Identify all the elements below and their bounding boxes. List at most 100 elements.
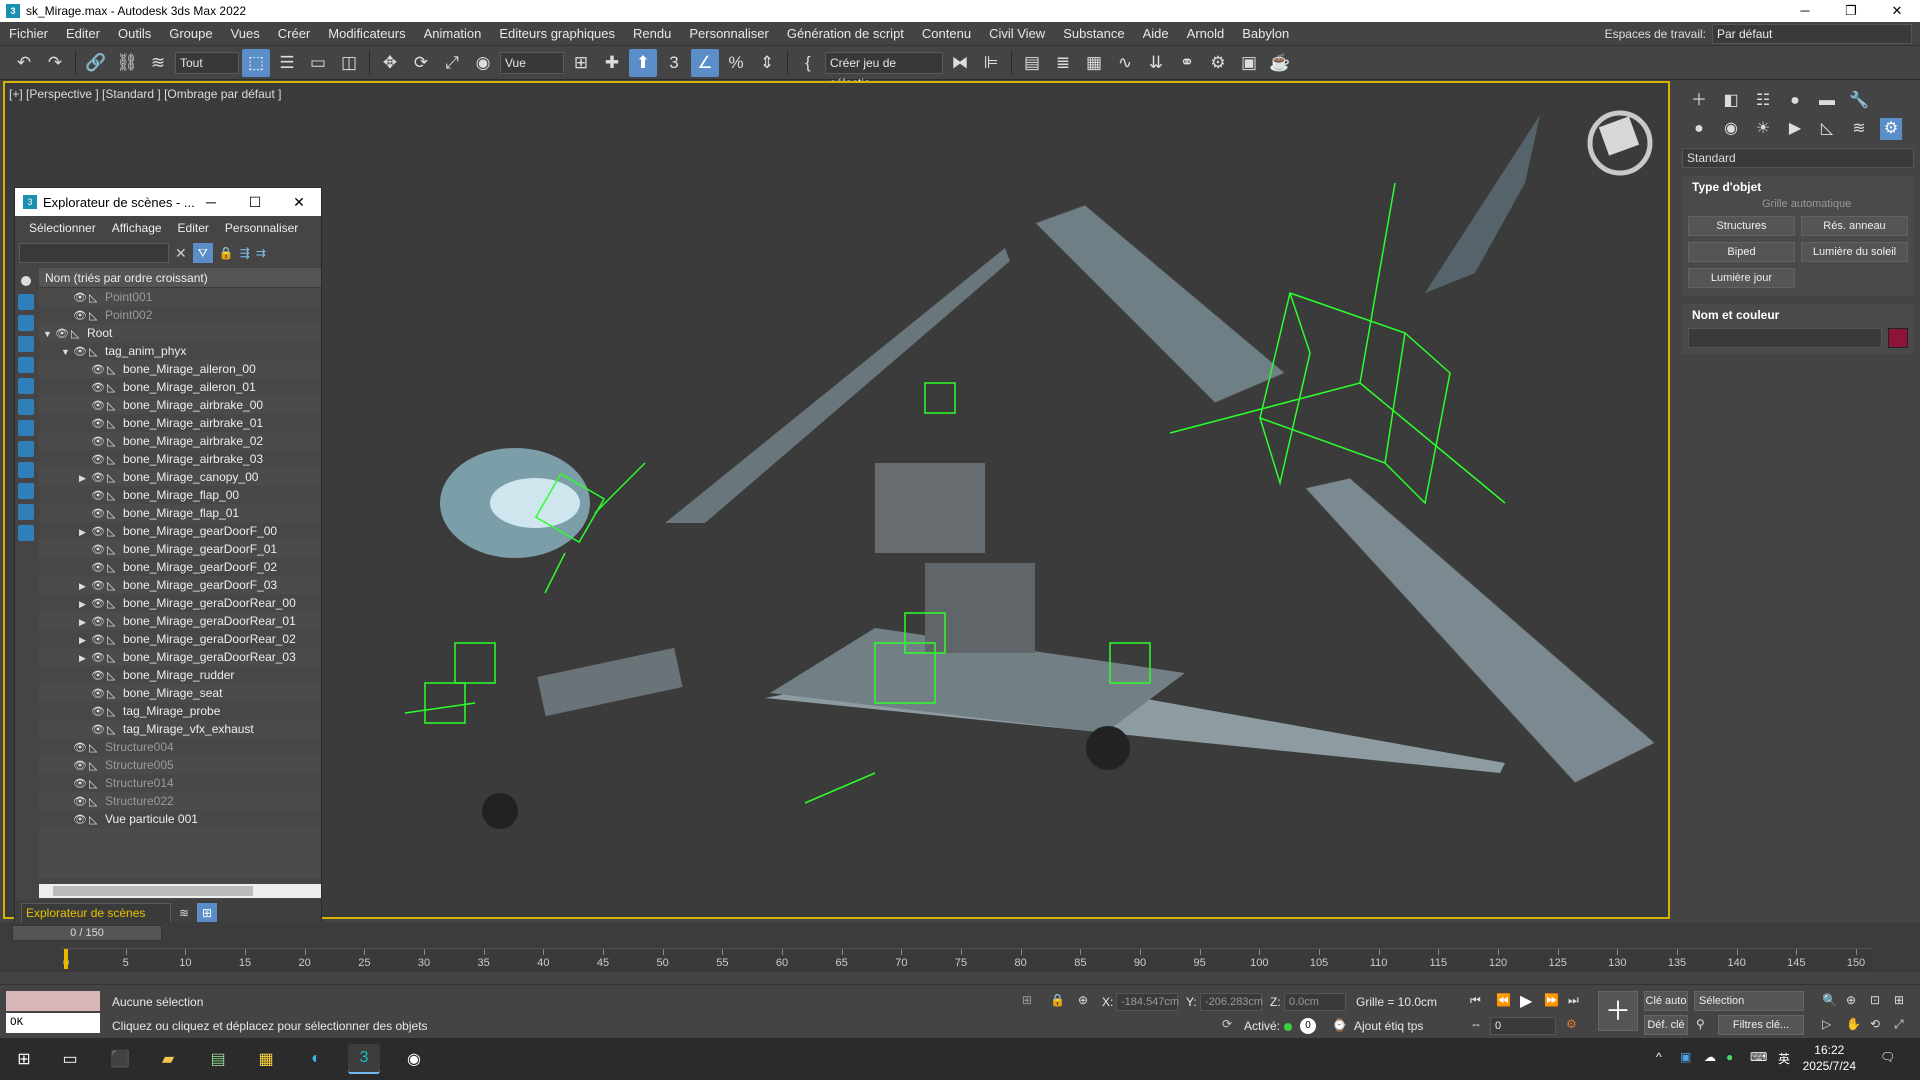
object-name-input[interactable] [1688, 328, 1882, 348]
create-tab-icon[interactable]: ＋ [1688, 90, 1710, 112]
time-cursor[interactable] [64, 949, 68, 969]
visibility-eye-icon[interactable]: 👁 [91, 505, 107, 523]
notifications-icon[interactable]: 🗨 [1880, 1050, 1895, 1064]
time-config-icon[interactable]: ⚙ [1566, 1017, 1577, 1031]
scene-tree-row[interactable]: 👁 ◺ bone_Mirage_aileron_01 [39, 378, 321, 396]
scale-icon[interactable]: ⤢ [438, 49, 466, 77]
ribbon-icon[interactable]: ▦ [1080, 49, 1108, 77]
visibility-eye-icon[interactable]: 👁 [91, 595, 107, 613]
visibility-eye-icon[interactable]: 👁 [91, 649, 107, 667]
shapes-icon[interactable]: ◉ [1720, 118, 1742, 140]
visibility-eye-icon[interactable]: 👁 [91, 469, 107, 487]
daylight-button[interactable]: Lumière jour [1688, 268, 1795, 288]
display-frozen-icon[interactable] [18, 504, 34, 520]
scene-tree-row[interactable]: 👁 ◺ Structure022 [39, 792, 321, 810]
select-manipulate-icon[interactable]: ✚ [598, 49, 626, 77]
scene-tree-row[interactable]: ▶ 👁 ◺ bone_Mirage_gearDoorF_03 [39, 576, 321, 594]
bind-space-warp-icon[interactable]: ≋ [144, 49, 172, 77]
hierarchy-tab-icon[interactable]: ☷ [1752, 90, 1774, 112]
display-helpers-icon[interactable] [18, 378, 34, 394]
expand-toggle-icon[interactable]: ▶ [79, 469, 91, 487]
visibility-eye-icon[interactable]: 👁 [91, 397, 107, 415]
edit-named-selection-icon[interactable]: { [794, 49, 822, 77]
visibility-eye-icon[interactable]: 👁 [73, 811, 89, 829]
expand-toggle-icon[interactable]: ▶ [79, 631, 91, 649]
link-icon[interactable]: 🔗 [82, 49, 110, 77]
visibility-eye-icon[interactable]: 👁 [91, 703, 107, 721]
scene-tree-row[interactable]: 👁 ◺ Vue particule 001 [39, 810, 321, 828]
align-icon[interactable]: ⊫ [977, 49, 1005, 77]
visibility-eye-icon[interactable]: 👁 [91, 451, 107, 469]
clear-search-icon[interactable]: ✕ [175, 245, 187, 262]
select-object-icon[interactable]: ⬚ [242, 48, 270, 77]
layer-explorer-icon[interactable]: ≣ [1049, 49, 1077, 77]
display-hidden-icon[interactable] [18, 525, 34, 541]
add-time-tag[interactable]: Ajout étiq tps [1354, 1019, 1423, 1033]
object-color-swatch[interactable] [1888, 328, 1908, 348]
expand-toggle-icon[interactable]: ▶ [79, 595, 91, 613]
maxscript-ok[interactable]: OK [6, 1013, 100, 1033]
fov-icon[interactable]: ▷ [1822, 1017, 1831, 1031]
key-filters-icon[interactable]: ⚲ [1696, 1017, 1705, 1031]
search-input[interactable] [19, 243, 169, 263]
taskbar-clock[interactable]: 16:22 2025/7/24 [1803, 1042, 1856, 1074]
selection-filter-dropdown[interactable]: Tout [175, 51, 239, 74]
scene-tree-row[interactable]: 👁 ◺ bone_Mirage_flap_01 [39, 504, 321, 522]
play-icon[interactable]: ▶ [1520, 991, 1532, 1011]
visibility-eye-icon[interactable]: 👁 [73, 343, 89, 361]
key-filters-button[interactable]: Filtres clé... [1718, 1015, 1804, 1035]
orbit-icon[interactable]: ⟲ [1870, 1017, 1880, 1031]
name-color-header[interactable]: Nom et couleur [1682, 304, 1914, 326]
visibility-eye-icon[interactable]: 👁 [91, 361, 107, 379]
biped-button[interactable]: Biped [1688, 242, 1795, 262]
scene-tree-row[interactable]: ▶ 👁 ◺ bone_Mirage_geraDoorRear_02 [39, 630, 321, 648]
maxscript-listener[interactable] [6, 991, 100, 1011]
curve-editor-icon[interactable]: ∿ [1111, 49, 1139, 77]
visibility-eye-icon[interactable]: 👁 [73, 739, 89, 757]
visibility-eye-icon[interactable]: 👁 [91, 487, 107, 505]
scene-tree-row[interactable]: ▶ 👁 ◺ bone_Mirage_geraDoorRear_00 [39, 594, 321, 612]
schematic-view-icon[interactable]: ⇊ [1142, 49, 1170, 77]
display-containers-icon[interactable] [18, 483, 34, 499]
layers-icon[interactable]: ≋ [179, 906, 189, 920]
scene-tree-row[interactable]: 👁 ◺ bone_Mirage_gearDoorF_01 [39, 540, 321, 558]
visibility-eye-icon[interactable]: 👁 [91, 415, 107, 433]
menu-babylon[interactable]: Babylon [1233, 26, 1298, 41]
scene-tree-row[interactable]: ▼ 👁 ◺ Root [39, 324, 321, 342]
close-button[interactable]: ✕ [277, 188, 321, 216]
render-icon[interactable]: ☕ [1266, 49, 1294, 77]
scene-tree-row[interactable]: 👁 ◺ bone_Mirage_airbrake_01 [39, 414, 321, 432]
scene-tree-row[interactable]: 👁 ◺ Structure014 [39, 774, 321, 792]
network-icon[interactable]: ☁ [1704, 1050, 1716, 1064]
visibility-eye-icon[interactable]: 👁 [91, 541, 107, 559]
hierarchy-icon[interactable]: ⊞ [197, 903, 218, 923]
scene-tree-row[interactable]: ▶ 👁 ◺ bone_Mirage_geraDoorRear_03 [39, 648, 321, 666]
spacewarps-icon[interactable]: ≋ [1848, 118, 1870, 140]
visibility-eye-icon[interactable]: 👁 [91, 685, 107, 703]
track-bar[interactable]: 0510152025303540455055606570758085909510… [62, 948, 1872, 972]
menu-personnaliser[interactable]: Personnaliser [680, 26, 778, 41]
scene-tree-row[interactable]: 👁 ◺ Point002 [39, 306, 321, 324]
undo-icon[interactable]: ↶ [10, 49, 38, 77]
object-type-header[interactable]: Type d'objet [1682, 176, 1914, 198]
display-bones-icon[interactable] [18, 462, 34, 478]
menu-contenu[interactable]: Contenu [913, 26, 980, 41]
auto-key-button[interactable]: Clé auto [1644, 991, 1688, 1011]
menu-outils[interactable]: Outils [109, 26, 160, 41]
move-icon[interactable]: ✥ [376, 49, 404, 77]
x-coordinate-field[interactable]: -184.547cm [1116, 993, 1179, 1011]
tray-app-icon[interactable]: ▣ [1680, 1050, 1691, 1064]
scene-tree-row[interactable]: 👁 ◺ bone_Mirage_airbrake_02 [39, 432, 321, 450]
scene-tree-row[interactable]: 👁 ◺ bone_Mirage_gearDoorF_02 [39, 558, 321, 576]
pan-icon[interactable]: ✋ [1846, 1017, 1861, 1031]
material-editor-icon[interactable]: ⚭ [1173, 49, 1201, 77]
visibility-eye-icon[interactable]: 👁 [91, 631, 107, 649]
explorer-mode-dropdown[interactable]: Explorateur de scènes [21, 903, 171, 923]
menu-groupe[interactable]: Groupe [160, 26, 221, 41]
utilities-tab-icon[interactable]: 🔧 [1848, 90, 1870, 112]
expand-toggle-icon[interactable]: ▶ [79, 649, 91, 667]
goto-end-icon[interactable]: ⏭ [1568, 993, 1579, 1008]
rect-selection-icon[interactable]: ▭ [304, 49, 332, 77]
zoom-all-icon[interactable]: ⊕ [1846, 993, 1856, 1007]
prev-frame-icon[interactable]: ⏪ [1496, 993, 1511, 1007]
